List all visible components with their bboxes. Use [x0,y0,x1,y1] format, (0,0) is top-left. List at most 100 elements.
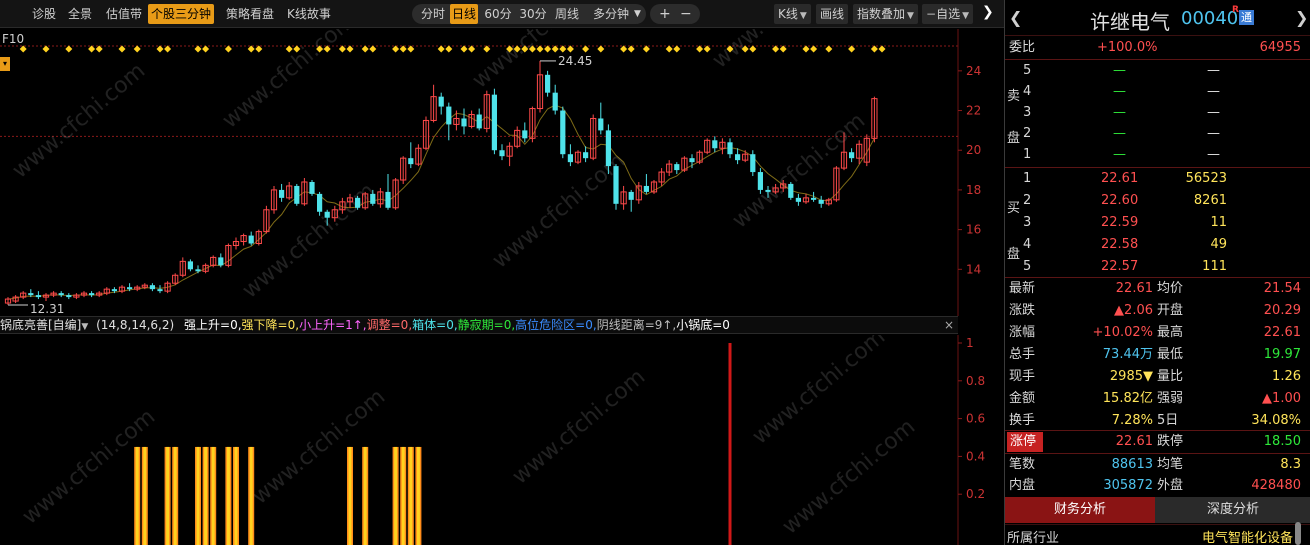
toolbar-item-3[interactable]: 个股三分钟 [148,4,215,24]
sell-level-row[interactable]: 1 — — [1005,144,1310,165]
candle-body [58,293,64,296]
limit-up-label: 涨停 [1007,432,1043,452]
kline-dropdown-label: K线 [778,7,798,21]
chevron-down-icon[interactable]: ▼ [81,322,88,332]
buy-level-row[interactable]: 1 22.61 56523 [1005,168,1310,190]
connect-flag: 通 [1239,10,1254,25]
stat-label: 开盘 [1157,303,1184,318]
candle-body [735,154,741,161]
signal-marker [566,45,574,53]
candle-body [552,92,558,111]
candle-body [643,185,649,192]
trade-row: 内盘 305872 外盘 428480 [1005,475,1310,496]
toolbar-item-2[interactable]: 估值带 [106,4,142,24]
signal-marker [19,45,27,53]
signal-marker [399,45,407,53]
y-tick-label: 14 [966,262,981,276]
signal-marker [870,45,878,53]
signal-marker [673,45,681,53]
sell-level-num: 2 [1023,126,1032,141]
sell-level-row[interactable]: 3 — — [1005,102,1310,123]
candle-body [605,130,611,167]
candle-body [689,158,695,163]
weibi-label: 委比 [1009,40,1036,55]
candle-body [765,189,771,192]
stat-value: 15.82亿 [1102,391,1153,406]
min-price-label: 12.31 [30,302,64,316]
chart-settings-icon[interactable]: ▾ [0,57,10,71]
toolbar-item-4[interactable]: 策略看盘 [226,4,274,24]
tab-depth-analysis[interactable]: 深度分析 [1155,497,1310,523]
buy-level-num: 5 [1023,259,1032,274]
toolbar-item-0[interactable]: 诊股 [32,4,56,24]
f10-button[interactable]: F10 [2,32,24,46]
signal-marker [65,45,73,53]
draw-line-button[interactable]: 画线 [816,4,849,24]
stat-row: 总手 73.44万 最低 19.97 [1005,344,1310,366]
buy-volume: 111 [1202,259,1227,274]
prev-stock-icon[interactable]: ❮ [1009,8,1022,27]
margin-flag: R [1232,5,1239,15]
collapse-panel-button[interactable]: ❯ [982,4,994,20]
sell-level-num: 1 [1023,147,1032,162]
quote-panel: ❮ 许继电气 000400 R 通 ❯ 委比 +100.0% 64955 5 — —… [1004,0,1310,545]
zoom-in-button[interactable]: + [659,4,671,24]
period-tab-2[interactable]: 60分 [482,4,514,24]
toolbar-item-1[interactable]: 全景 [68,4,92,24]
buy-level-row[interactable]: 4 22.58 49 [1005,234,1310,256]
period-tab-4[interactable]: 周线 [553,4,581,24]
signal-marker [696,45,704,53]
kline-dropdown[interactable]: K线 ▼ [774,4,811,24]
indicator-name[interactable]: 锅底亮善[自编] [0,318,81,332]
buy-level-row[interactable]: 2 22.60 8261 [1005,190,1310,212]
period-tab-5[interactable]: 多分钟 [587,4,635,24]
signal-marker [703,45,711,53]
trade-label: 外盘 [1157,478,1184,493]
index-overlay-dropdown[interactable]: 指数叠加 ▼ [853,4,918,24]
candle-body [157,289,163,292]
candle-body [218,257,224,266]
sell-level-num: 4 [1023,84,1032,99]
candle-body [127,287,133,290]
kline-chart[interactable]: F10 ▾ 24 22 20 18 16 14 www.cfchi.com www.cfchi… [0,0,1004,316]
period-tab-0[interactable]: 分时 [419,4,447,24]
toolbar-item-5[interactable]: K线故事 [287,4,331,24]
indicator-y-tick-label: 0.6 [966,412,985,426]
stat-label: 金额 [1009,391,1036,406]
signal-marker [361,45,369,53]
stat-label: 最低 [1157,347,1184,362]
close-indicator-icon[interactable]: × [944,318,954,332]
signal-marker [544,45,552,53]
sell-side-label: 卖盘 [1007,76,1021,160]
chevron-down-icon[interactable]: ▼ [634,4,641,24]
sell-level-row[interactable]: 5 — — [1005,60,1310,81]
stat-value: 19.97 [1263,347,1301,362]
industry-value[interactable]: 电气智能化设备 [1202,527,1293,545]
stat-value: ▲2.06 [1114,303,1153,318]
stat-value: ▲1.00 [1262,391,1301,406]
period-tab-1[interactable]: 日线 [450,4,478,24]
buy-level-row[interactable]: 3 22.59 11 [1005,212,1310,234]
zoom-out-button[interactable]: − [680,4,692,24]
indicator-y-tick-label: 1 [966,336,974,350]
y-tick-label: 16 [966,223,981,237]
candle-body [438,96,444,107]
signal-marker [407,45,415,53]
sell-level-row[interactable]: 2 — — [1005,123,1310,144]
candle-body [111,289,117,292]
indicator-bar-inner [394,446,398,545]
next-stock-icon[interactable]: ❯ [1295,8,1308,27]
candle-body [499,150,505,157]
buy-level-row[interactable]: 5 22.57 111 [1005,256,1310,278]
y-tick-label: 22 [966,104,981,118]
tab-financial-analysis[interactable]: 财务分析 [1005,497,1155,523]
self-select-dropdown[interactable]: −自选 ▼ [922,4,973,24]
buy-volume: 11 [1210,215,1227,230]
stat-row: 涨跌 ▲2.06 开盘 20.29 [1005,300,1310,322]
period-tab-3[interactable]: 30分 [517,4,549,24]
sell-level-row[interactable]: 4 — — [1005,81,1310,102]
stat-value: 73.44万 [1102,347,1153,362]
indicator-bar-inner [173,446,177,545]
panel-scrollbar[interactable] [1295,522,1301,545]
candle-body [309,181,315,194]
